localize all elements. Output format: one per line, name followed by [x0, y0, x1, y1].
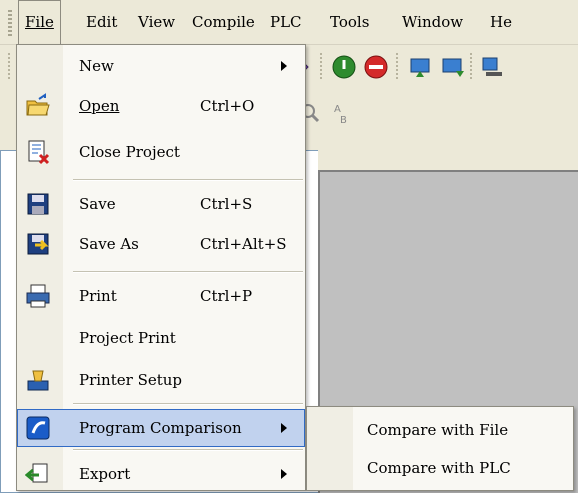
- program-comparison-submenu: Compare with File Compare with PLC: [306, 406, 574, 491]
- menu-edit[interactable]: Edit: [80, 0, 123, 44]
- menu-item-close-project-label: Close Project: [79, 143, 180, 161]
- submenu-item-compare-plc[interactable]: Compare with PLC: [307, 449, 573, 487]
- save-as-icon: [27, 233, 49, 255]
- workspace-header: [318, 148, 578, 171]
- close-project-icon: [28, 140, 50, 165]
- menu-separator-2: [73, 271, 303, 273]
- submenu-arrow-icon: [281, 61, 287, 71]
- compare-icon: [26, 416, 50, 440]
- toolbar-separator-2: [396, 53, 398, 81]
- download-icon[interactable]: [438, 53, 466, 81]
- export-icon: [25, 463, 48, 483]
- open-folder-icon: [26, 93, 50, 116]
- submenu-arrow-icon: [281, 423, 287, 433]
- menu-window-label: Window: [402, 13, 464, 31]
- menu-item-project-print[interactable]: Project Print: [17, 319, 305, 357]
- replace-icon[interactable]: AB: [328, 99, 356, 127]
- toolbar-separator: [320, 53, 322, 81]
- menu-item-print-label: Print: [79, 287, 117, 305]
- menu-view-label: View: [138, 13, 176, 31]
- menu-bar: File Edit View Compile PLC Tools Window …: [0, 0, 578, 45]
- menu-item-save[interactable]: Save Ctrl+S: [17, 185, 305, 223]
- menu-edit-label: Edit: [86, 13, 118, 31]
- menu-item-new-label: New: [79, 57, 114, 75]
- stop-icon[interactable]: [362, 53, 390, 81]
- menu-plc[interactable]: PLC: [264, 0, 308, 44]
- menu-item-project-print-label: Project Print: [79, 329, 176, 347]
- submenu-item-compare-file-label: Compare with File: [367, 421, 509, 439]
- menu-item-export-label: Export: [79, 465, 131, 483]
- menu-item-save-as-shortcut: Ctrl+Alt+S: [200, 235, 287, 253]
- printer-icon: [26, 284, 50, 308]
- run-icon[interactable]: [330, 53, 358, 81]
- menu-help-label: He: [490, 13, 512, 31]
- svg-text:B: B: [340, 115, 347, 126]
- menu-item-save-as[interactable]: Save As Ctrl+Alt+S: [17, 225, 305, 263]
- menu-plc-label: PLC: [270, 13, 302, 31]
- menu-separator: [73, 179, 303, 181]
- menu-compile[interactable]: Compile: [186, 0, 261, 44]
- menu-item-export[interactable]: Export: [17, 455, 305, 493]
- svg-text:A: A: [334, 104, 341, 115]
- menu-item-save-as-label: Save As: [79, 235, 139, 253]
- menu-item-open-shortcut: Ctrl+O: [200, 97, 255, 115]
- submenu-item-compare-plc-label: Compare with PLC: [367, 459, 511, 477]
- menu-help[interactable]: He: [484, 0, 518, 44]
- menu-item-print[interactable]: Print Ctrl+P: [17, 277, 305, 315]
- menu-item-save-shortcut: Ctrl+S: [200, 195, 253, 213]
- menu-file-label: File: [25, 13, 54, 31]
- menu-item-open[interactable]: Open Ctrl+O: [17, 87, 305, 125]
- toolbar-separator-3: [470, 53, 472, 81]
- menu-item-program-comparison-label: Program Comparison: [79, 419, 242, 437]
- menu-window[interactable]: Window: [396, 0, 469, 44]
- menu-item-close-project[interactable]: Close Project: [17, 133, 305, 171]
- menu-item-new[interactable]: New: [17, 47, 305, 85]
- menu-item-print-shortcut: Ctrl+P: [200, 287, 253, 305]
- menu-item-printer-setup[interactable]: Printer Setup: [17, 361, 305, 399]
- submenu-arrow-icon: [281, 469, 287, 479]
- save-disk-icon: [27, 193, 49, 215]
- menu-separator-3: [73, 403, 303, 405]
- file-menu-dropdown: New Open Ctrl+O Close Project Save Ctrl+…: [16, 44, 306, 491]
- menu-item-open-label: Open: [79, 97, 120, 115]
- printer-setup-icon: [27, 370, 49, 391]
- menu-item-program-comparison[interactable]: Program Comparison: [17, 409, 305, 447]
- menu-view[interactable]: View: [132, 0, 181, 44]
- menu-tools[interactable]: Tools: [324, 0, 375, 44]
- menu-tools-label: Tools: [330, 13, 370, 31]
- upload-icon[interactable]: [406, 53, 434, 81]
- menu-item-printer-setup-label: Printer Setup: [79, 371, 183, 389]
- menu-item-save-label: Save: [79, 195, 116, 213]
- plc-monitor-icon[interactable]: [478, 53, 506, 81]
- toolbar-grip[interactable]: [8, 53, 10, 81]
- menu-compile-label: Compile: [192, 13, 255, 31]
- menu-separator-4: [73, 449, 303, 451]
- submenu-item-compare-file[interactable]: Compare with File: [307, 411, 573, 449]
- menu-file[interactable]: File: [18, 0, 61, 44]
- menubar-grip[interactable]: [8, 10, 12, 36]
